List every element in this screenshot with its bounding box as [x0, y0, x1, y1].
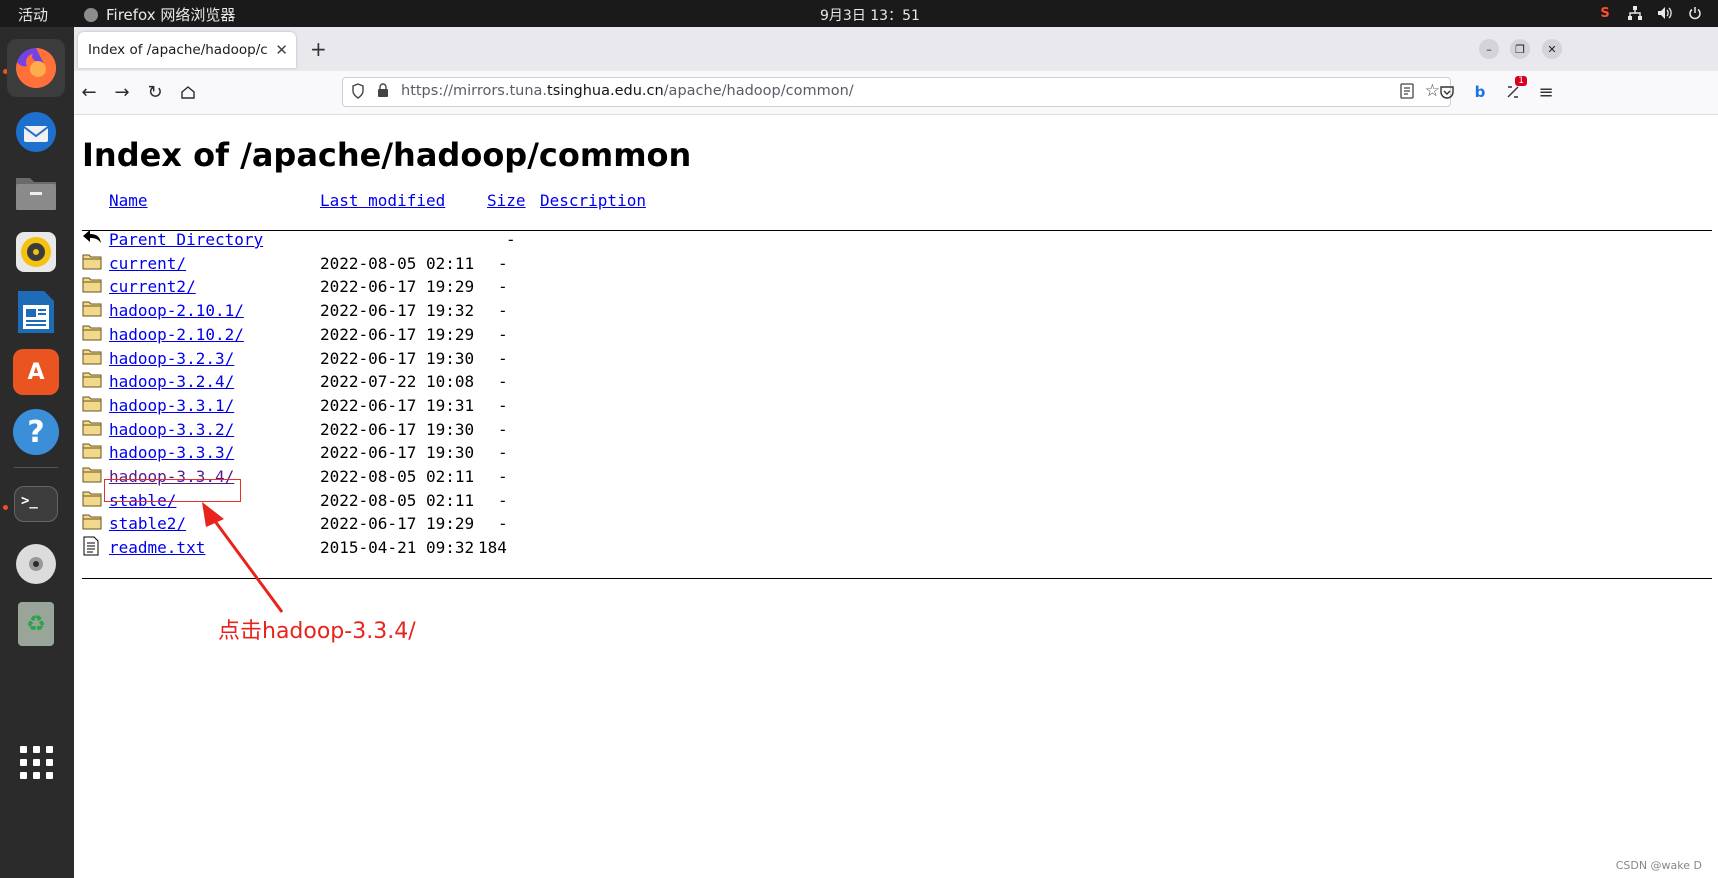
- dock-thunderbird[interactable]: [7, 103, 65, 161]
- annotation-text: 点击hadoop-3.3.4/: [218, 619, 416, 644]
- extension-badge: 1: [1515, 76, 1527, 86]
- menu-hamburger-icon[interactable]: ≡: [1536, 82, 1556, 103]
- entry-size: -: [498, 514, 508, 534]
- dock-help[interactable]: ?: [7, 403, 65, 461]
- url-prefix: https://mirrors.tuna.: [401, 83, 548, 99]
- entry-size: -: [506, 230, 516, 249]
- column-size-link[interactable]: Size: [487, 191, 526, 210]
- clock[interactable]: 9月3日 13：51: [820, 5, 920, 25]
- dock-dvd[interactable]: [7, 535, 65, 593]
- firefox-window: Index of /apache/hadoop/common/ ✕ + – ❐ …: [74, 27, 1718, 878]
- entry-size: 184: [478, 538, 507, 558]
- entry-size: -: [498, 443, 508, 463]
- minimize-button[interactable]: –: [1479, 39, 1499, 59]
- entry-size: -: [498, 301, 508, 321]
- thunderbird-icon: [16, 112, 56, 152]
- forward-button[interactable]: →: [111, 81, 133, 103]
- reload-button[interactable]: ↻: [144, 81, 166, 103]
- dock-writer[interactable]: [7, 283, 65, 341]
- tab-title: Index of /apache/hadoop/common/: [88, 42, 268, 58]
- maximize-button[interactable]: ❐: [1510, 39, 1530, 59]
- entry-size: -: [498, 253, 508, 273]
- url-path: /apache/hadoop/common/: [663, 83, 854, 99]
- csdn-icon[interactable]: S: [1596, 4, 1614, 22]
- entry-size: -: [498, 324, 508, 344]
- dock-trash[interactable]: ♻: [7, 595, 65, 653]
- entry-size: -: [498, 372, 508, 392]
- writer-icon: [18, 291, 54, 333]
- navigation-toolbar: ← → ↻ https://mirrors.tuna.tsinghua.edu.…: [74, 71, 1718, 115]
- pocket-icon[interactable]: [1437, 82, 1457, 102]
- watermark: CSDN @wake D: [1615, 859, 1702, 872]
- files-icon: [16, 178, 56, 210]
- home-button[interactable]: [177, 81, 199, 103]
- lock-icon[interactable]: [377, 83, 389, 101]
- volume-icon[interactable]: [1656, 4, 1674, 22]
- power-icon[interactable]: [1686, 4, 1704, 22]
- entry-size: -: [498, 419, 508, 439]
- app-grid-icon: [19, 745, 53, 779]
- help-icon: ?: [13, 409, 59, 455]
- app-menu[interactable]: Firefox 网络浏览器: [84, 4, 235, 25]
- dock-rhythmbox[interactable]: [7, 223, 65, 281]
- dock-files[interactable]: [7, 163, 65, 221]
- terminal-icon: >_: [14, 486, 58, 522]
- close-window-button[interactable]: ✕: [1542, 39, 1562, 59]
- url-text[interactable]: https://mirrors.tuna.tsinghua.edu.cn/apa…: [401, 83, 854, 99]
- activities-button[interactable]: 活动: [18, 4, 48, 25]
- tab-hadoop-common[interactable]: Index of /apache/hadoop/common/ ✕: [78, 32, 296, 68]
- firefox-small-icon: [84, 7, 98, 22]
- dock-software[interactable]: A: [7, 343, 65, 401]
- url-host: tsinghua.edu.cn: [547, 83, 664, 99]
- system-top-bar: 活动 Firefox 网络浏览器 9月3日 13：51 S: [0, 0, 1718, 27]
- dock-separator: [14, 467, 58, 468]
- dock: A ? >_ ♻: [0, 27, 74, 878]
- tab-close-icon[interactable]: ✕: [275, 41, 288, 59]
- network-icon[interactable]: [1626, 4, 1644, 22]
- extension-icon[interactable]: 1: [1503, 76, 1527, 102]
- software-store-icon: A: [13, 349, 59, 395]
- reader-view-icon[interactable]: [1400, 83, 1414, 103]
- rhythmbox-icon: [16, 232, 56, 272]
- dvd-icon: [16, 544, 56, 584]
- entry-size: -: [498, 348, 508, 368]
- back-button[interactable]: ←: [78, 81, 100, 103]
- tracking-protection-icon[interactable]: [351, 83, 365, 103]
- home-icon: [181, 86, 195, 99]
- page-content: Index of /apache/hadoop/common Name Last…: [74, 115, 1718, 878]
- entry-size: -: [498, 395, 508, 415]
- show-applications-button[interactable]: [7, 733, 65, 791]
- url-bar[interactable]: https://mirrors.tuna.tsinghua.edu.cn/apa…: [342, 77, 1451, 107]
- firefox-icon: [16, 47, 57, 88]
- entry-size: -: [498, 467, 508, 486]
- bing-icon[interactable]: b: [1470, 82, 1490, 102]
- app-menu-label: Firefox 网络浏览器: [106, 6, 236, 24]
- annotation-arrow: [202, 502, 284, 613]
- new-tab-button[interactable]: +: [310, 37, 327, 61]
- column-description-link[interactable]: Description: [540, 191, 646, 210]
- entry-size: -: [498, 490, 508, 510]
- system-tray[interactable]: S: [1596, 4, 1704, 22]
- trash-icon: ♻: [18, 602, 54, 646]
- dock-firefox[interactable]: [7, 39, 65, 97]
- entry-size: -: [498, 277, 508, 297]
- dock-terminal[interactable]: >_: [7, 475, 65, 533]
- tab-strip: Index of /apache/hadoop/common/ ✕ + – ❐ …: [74, 27, 1718, 71]
